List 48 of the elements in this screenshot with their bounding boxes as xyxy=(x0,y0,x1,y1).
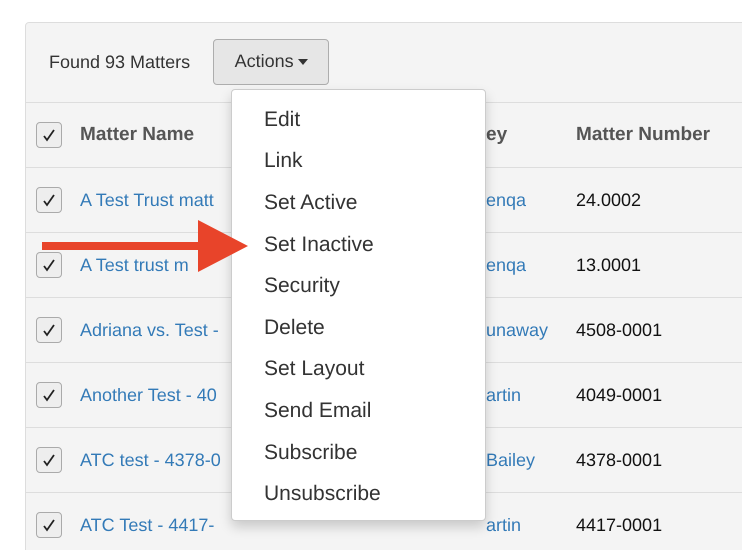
attorney-link[interactable]: artin xyxy=(486,384,522,404)
menu-item[interactable]: Set Active xyxy=(264,190,358,215)
menu-item[interactable]: Send Email xyxy=(264,398,372,423)
matter-number: 4049-0001 xyxy=(576,384,662,404)
check-icon xyxy=(41,127,57,143)
select-all-checkbox[interactable] xyxy=(36,122,62,148)
attorney-link[interactable]: enqa xyxy=(486,254,526,274)
matter-name-link[interactable]: ATC Test - 4417- xyxy=(80,514,214,534)
menu-item[interactable]: Set Inactive xyxy=(264,232,374,257)
column-header[interactable]: Matter Name xyxy=(80,124,194,145)
check-icon xyxy=(41,517,57,533)
attorney-link[interactable]: unaway xyxy=(486,320,548,340)
column-header[interactable]: ey xyxy=(486,124,508,145)
menu-item[interactable]: Edit xyxy=(264,108,300,132)
attorney-link[interactable]: enqa xyxy=(486,190,526,210)
results-count: Found 93 Matters xyxy=(49,52,190,73)
actions-button[interactable]: Actions xyxy=(213,38,330,84)
menu-item[interactable]: Delete xyxy=(264,316,325,340)
matter-name-link[interactable]: Another Test - 40 xyxy=(80,384,217,404)
row-checkbox[interactable] xyxy=(36,317,62,343)
matter-number: 4378-0001 xyxy=(576,450,662,470)
row-checkbox[interactable] xyxy=(36,512,62,538)
matter-name-link[interactable]: ATC test - 4378-0 xyxy=(80,450,221,470)
matter-name-link[interactable]: Adriana vs. Test - xyxy=(80,320,219,340)
check-icon xyxy=(41,387,57,403)
matter-number: 4508-0001 xyxy=(576,320,662,340)
row-checkbox[interactable] xyxy=(36,382,62,408)
matter-number: 13.0001 xyxy=(576,254,642,274)
menu-item[interactable]: Link xyxy=(264,149,303,174)
matter-number: 4417-0001 xyxy=(576,514,662,534)
row-checkbox[interactable] xyxy=(36,187,62,213)
caret-icon xyxy=(298,58,308,64)
check-icon xyxy=(41,192,57,208)
matter-number: 24.0002 xyxy=(576,190,642,210)
row-checkbox[interactable] xyxy=(36,447,62,473)
row-checkbox[interactable] xyxy=(36,252,62,278)
menu-item[interactable]: Unsubscribe xyxy=(264,482,381,506)
menu-item[interactable]: Set Layout xyxy=(264,357,364,382)
menu-item[interactable]: Subscribe xyxy=(264,440,358,465)
check-icon xyxy=(41,322,57,338)
check-icon xyxy=(41,452,57,468)
menu-item[interactable]: Security xyxy=(264,274,340,298)
column-header[interactable]: Matter Number xyxy=(576,124,710,145)
matter-name-link[interactable]: A Test Trust matt xyxy=(80,190,214,210)
attorney-link[interactable]: artin xyxy=(486,514,522,534)
matter-name-link[interactable]: A Test trust m xyxy=(80,254,189,274)
attorney-link[interactable]: Bailey xyxy=(486,450,536,470)
check-icon xyxy=(41,257,57,273)
